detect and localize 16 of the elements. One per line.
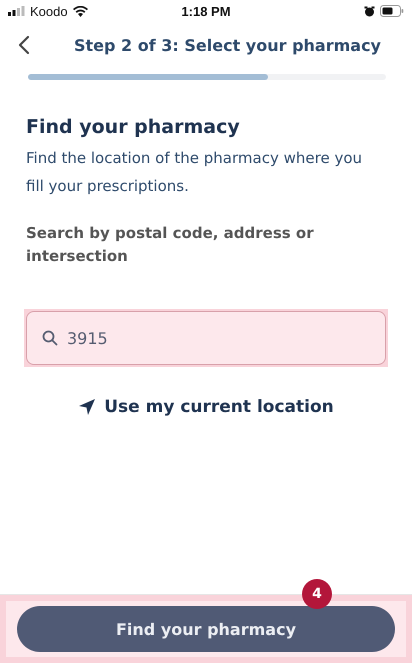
battery-icon [380,5,404,17]
page-heading: Find your pharmacy [26,116,241,138]
signal-icon [8,6,25,16]
search-icon [42,330,58,346]
status-time: 1:18 PM [181,4,231,18]
search-label: Search by postal code, address or intersection [26,223,315,267]
location-arrow-icon [78,398,96,416]
alarm-icon [364,6,375,16]
carrier-name: Koodo [30,4,68,18]
use-location-link[interactable]: Use my current location [104,397,334,417]
search-field[interactable]: 3915 [26,311,386,365]
wifi-icon [72,6,88,16]
step-badge: 4 [302,579,332,609]
description-text: Find the location of the pharmacy where you fill your prescriptions. [26,148,363,197]
find-pharmacy-button[interactable]: Find your pharmacy [17,606,395,652]
header-title: Step 2 of 3: Select your pharmacy [74,36,381,54]
